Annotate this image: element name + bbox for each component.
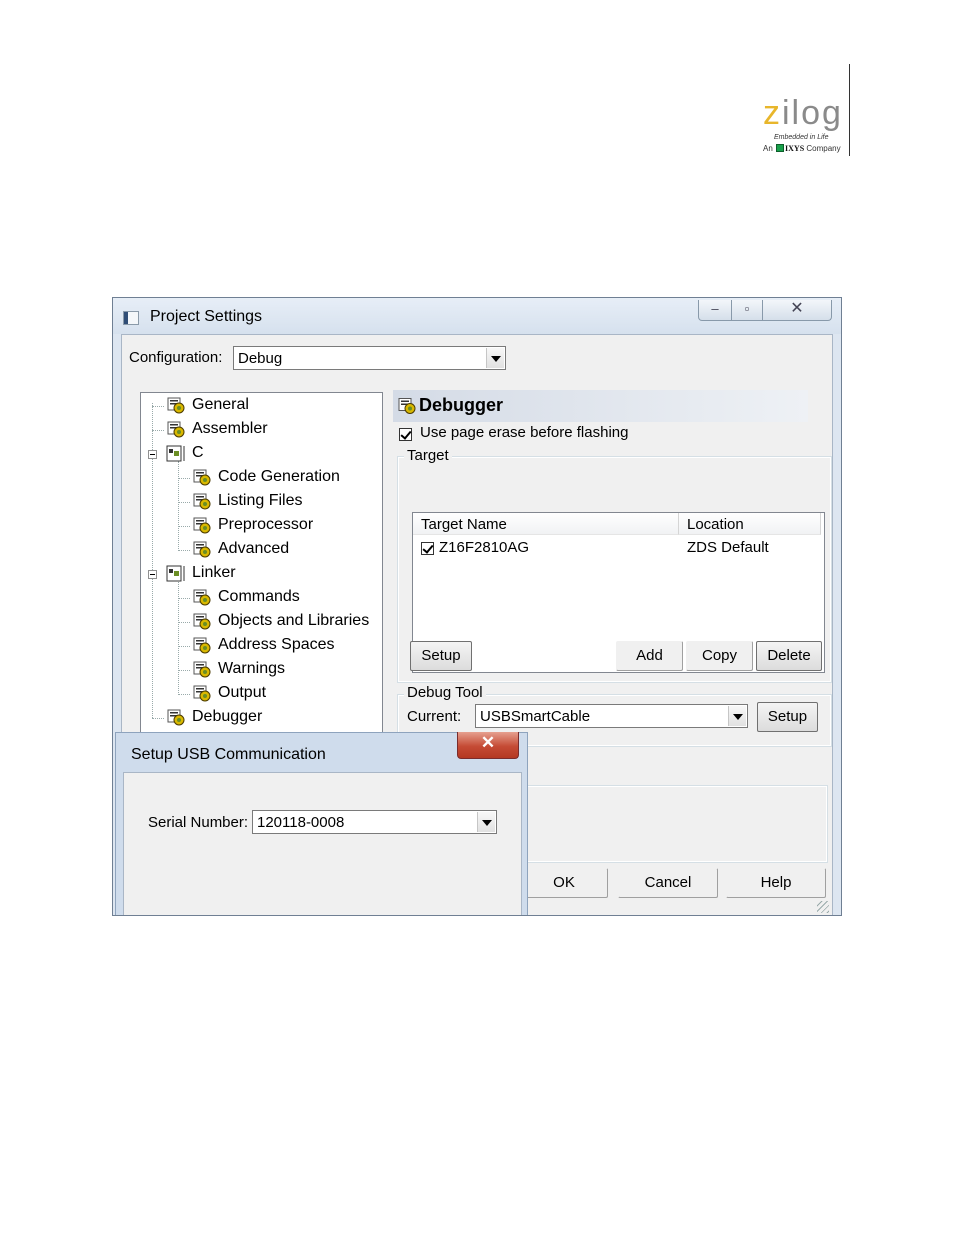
logo-company-line: An IXYS Company <box>763 144 841 153</box>
serial-number-label: Serial Number: <box>148 814 249 831</box>
help-button[interactable]: Help <box>726 868 826 898</box>
panel-title: Debugger <box>419 395 504 415</box>
chevron-down-icon[interactable] <box>477 812 495 832</box>
resize-grip[interactable] <box>817 901 829 913</box>
folder-settings-icon <box>166 445 185 462</box>
window-title: Project Settings <box>150 308 263 325</box>
configuration-select[interactable]: Debug <box>233 346 506 370</box>
settings-page-icon <box>193 613 211 630</box>
logo-wordmark: zilog <box>763 94 843 132</box>
target-row-checkbox[interactable] <box>421 542 434 555</box>
copy-button[interactable]: Copy <box>686 641 753 671</box>
ok-button[interactable]: OK <box>520 868 608 898</box>
close-icon[interactable]: ✕ <box>457 732 519 759</box>
settings-tree[interactable]: General Assembler C Code Generation List… <box>140 392 383 752</box>
debug-tool-group-label: Debug Tool <box>404 684 486 701</box>
app-window-icon <box>123 311 139 325</box>
target-setup-button[interactable]: Setup <box>410 641 472 671</box>
settings-page-icon <box>193 589 211 606</box>
chevron-down-icon[interactable] <box>728 706 746 726</box>
usb-dialog-title: Setup USB Communication <box>131 746 326 763</box>
add-button[interactable]: Add <box>616 641 683 671</box>
cancel-button[interactable]: Cancel <box>618 868 718 898</box>
zilog-logo: zilog Embedded in Life An IXYS Company <box>760 94 850 160</box>
settings-page-icon <box>193 637 211 654</box>
panel-header: Debugger <box>393 390 808 422</box>
header-divider <box>849 64 850 156</box>
page-erase-checkbox[interactable] <box>399 428 412 441</box>
settings-page-icon <box>193 493 211 510</box>
target-group-label: Target <box>404 447 452 464</box>
debug-tool-select[interactable]: USBSmartCable <box>475 704 748 728</box>
setup-usb-dialog: Setup USB Communication ✕ Serial Number:… <box>115 732 528 916</box>
title-bar[interactable]: Project Settings – ▫ ✕ <box>113 298 841 334</box>
chevron-down-icon[interactable] <box>486 348 504 368</box>
serial-number-select[interactable]: 120118-0008 <box>252 810 497 834</box>
settings-page-icon <box>193 661 211 678</box>
collapse-icon[interactable] <box>148 450 157 459</box>
column-header-location[interactable]: Location <box>679 513 821 535</box>
target-name-cell[interactable]: Z16F2810AG <box>439 539 529 556</box>
settings-page-icon <box>167 421 185 438</box>
settings-page-icon <box>193 541 211 558</box>
debug-tool-setup-button[interactable]: Setup <box>757 702 818 732</box>
ixys-square-icon <box>776 144 785 152</box>
minimize-button[interactable]: – <box>698 300 732 321</box>
folder-settings-icon <box>166 565 185 582</box>
column-header-target-name[interactable]: Target Name <box>413 513 679 535</box>
settings-page-icon <box>193 517 211 534</box>
page-erase-label: Use page erase before flashing <box>420 424 629 441</box>
settings-page-icon <box>193 685 211 702</box>
collapse-icon[interactable] <box>148 570 157 579</box>
maximize-button[interactable]: ▫ <box>731 300 763 321</box>
current-tool-label: Current: <box>407 708 462 725</box>
logo-tagline: Embedded in Life <box>774 134 829 141</box>
usb-dialog-button[interactable] <box>227 915 335 916</box>
delete-button[interactable]: Delete <box>756 641 822 671</box>
usb-dialog-client: Serial Number: 120118-0008 <box>123 772 522 916</box>
close-button[interactable]: ✕ <box>762 300 832 321</box>
debugger-icon <box>398 398 416 414</box>
settings-page-icon <box>167 709 185 726</box>
project-settings-window: Project Settings – ▫ ✕ Configuration: De… <box>112 297 842 916</box>
target-location-cell: ZDS Default <box>687 539 769 556</box>
configuration-label: Configuration: <box>129 349 223 366</box>
settings-page-icon <box>193 469 211 486</box>
settings-page-icon <box>167 397 185 414</box>
